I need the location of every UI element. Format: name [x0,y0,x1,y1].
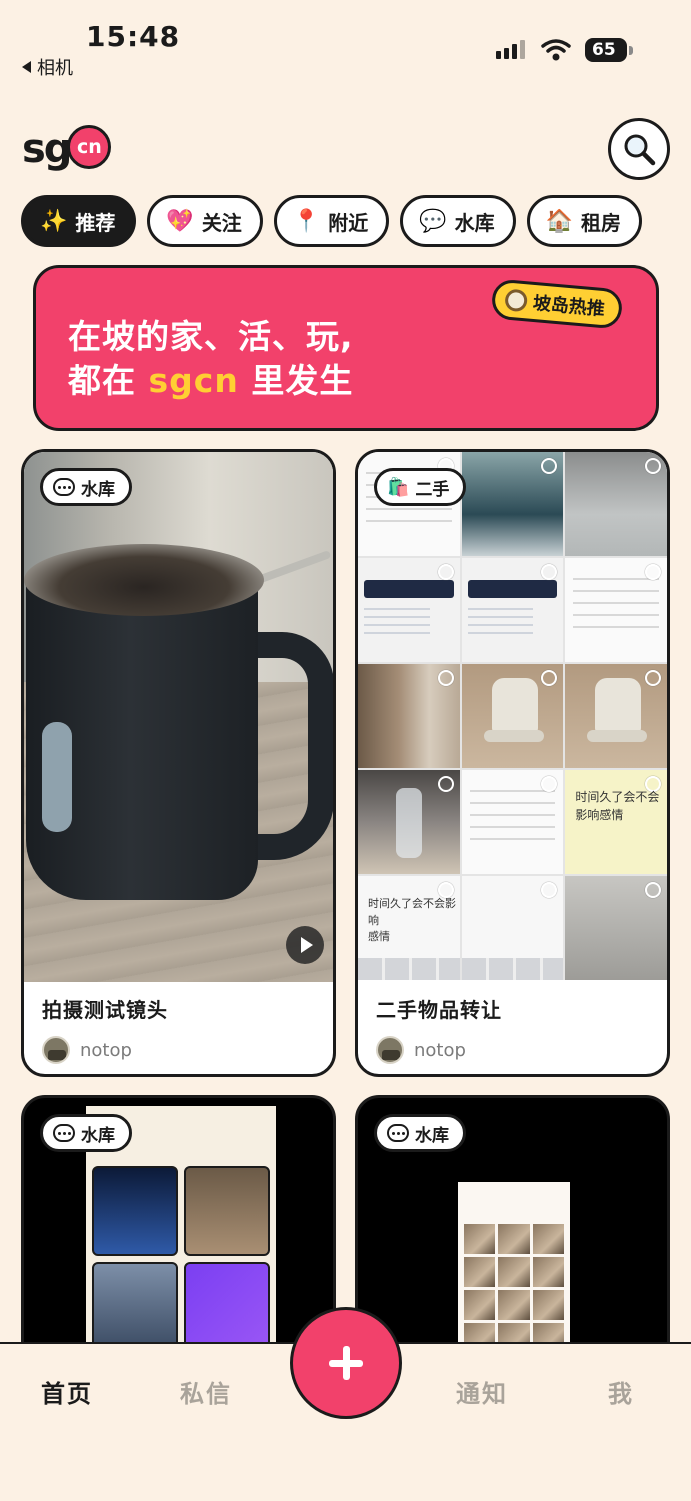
post-category-chip: 水库 [374,1114,466,1152]
back-to-app-link[interactable]: 相机 [22,54,73,80]
tab-label: 推荐 [75,210,116,235]
post-title: 拍摄测试镜头 [42,998,168,1022]
tab-label: 水库 [454,210,495,235]
battery-nub [629,46,633,55]
post-category-chip: 水库 [40,468,132,506]
post-category-chip: 水库 [40,1114,132,1152]
nav-messages[interactable]: 私信 [180,1374,232,1409]
tab-following[interactable]: 💖 关注 [147,195,263,247]
speech-bubble-icon [53,1124,75,1142]
status-time: 15:48 [86,20,181,53]
post-card[interactable]: 水库 拍摄测试镜头 notop [21,449,336,1077]
tab-nearby[interactable]: 📍 附近 [273,195,390,247]
banner-line-1: 在坡的家、活、玩, [68,317,354,356]
create-post-button[interactable] [290,1307,402,1419]
post-cover-image [24,452,333,982]
banner-badge-label: 坡岛热推 [532,292,606,321]
avatar [376,1036,404,1064]
back-triangle-icon [22,61,31,73]
coconut-icon [504,288,529,313]
logo-text: sg [22,126,72,172]
search-icon [624,134,656,166]
tab-label: 关注 [201,210,242,235]
post-title: 二手物品转让 [376,998,502,1022]
post-card[interactable]: 时间久了会不会 影响感情 时间久了会不会影响 感情 🛍️ 二手 二手物品转让 not… [355,449,670,1077]
nav-notifications[interactable]: 通知 [456,1374,508,1409]
speech-bubble-icon [53,478,75,496]
sgcn-logo: sg cn [22,124,112,174]
note-text: 时间久了会不会 影响感情 [575,790,660,822]
post-author[interactable]: notop [42,1036,132,1064]
tab-reservoir[interactable]: 💬 水库 [400,195,516,247]
speech-bubble-icon: 💬 [419,208,447,234]
tab-rental[interactable]: 🏠 租房 [526,195,643,247]
speech-bubble-icon [387,1124,409,1142]
post-category-chip: 🛍️ 二手 [374,468,467,506]
post-cover-image: 时间久了会不会 影响感情 时间久了会不会影响 感情 [358,452,667,980]
banner-line-2: 都在 sgcn 里发生 [68,361,354,400]
author-name: notop [80,1039,132,1061]
avatar [42,1036,70,1064]
banner-highlight: sgcn [148,361,239,400]
author-name: notop [414,1039,466,1061]
post-author[interactable]: notop [376,1036,466,1064]
nav-home[interactable]: 首页 [41,1374,93,1409]
pin-icon: 📍 [292,208,321,234]
wifi-icon [541,39,571,61]
search-button[interactable] [608,118,670,180]
play-icon[interactable] [286,926,324,964]
back-app-label: 相机 [37,58,73,79]
draft-text: 时间久了会不会影响 感情 [368,897,456,943]
category-tabs: ✨ 推荐 💖 关注 📍 附近 💬 水库 🏠 租房 [0,190,691,254]
logo-badge: cn [67,125,112,169]
shopping-bag-icon: 🛍️ [387,476,410,498]
sparkles-icon: ✨ [40,208,68,234]
tab-label: 租房 [581,210,622,235]
nav-me[interactable]: 我 [608,1374,634,1409]
promo-banner[interactable]: 在坡的家、活、玩, 都在 sgcn 里发生 坡岛热推 [33,265,659,431]
status-bar: 15:48 相机 65 [0,0,691,90]
tab-label: 附近 [328,210,369,235]
cellular-signal-icon [496,40,525,59]
heart-icon: 💖 [166,208,194,234]
battery-indicator: 65 [585,38,627,62]
tab-recommend[interactable]: ✨ 推荐 [21,195,137,247]
house-icon: 🏠 [545,208,574,234]
banner-badge: 坡岛热推 [490,278,624,330]
